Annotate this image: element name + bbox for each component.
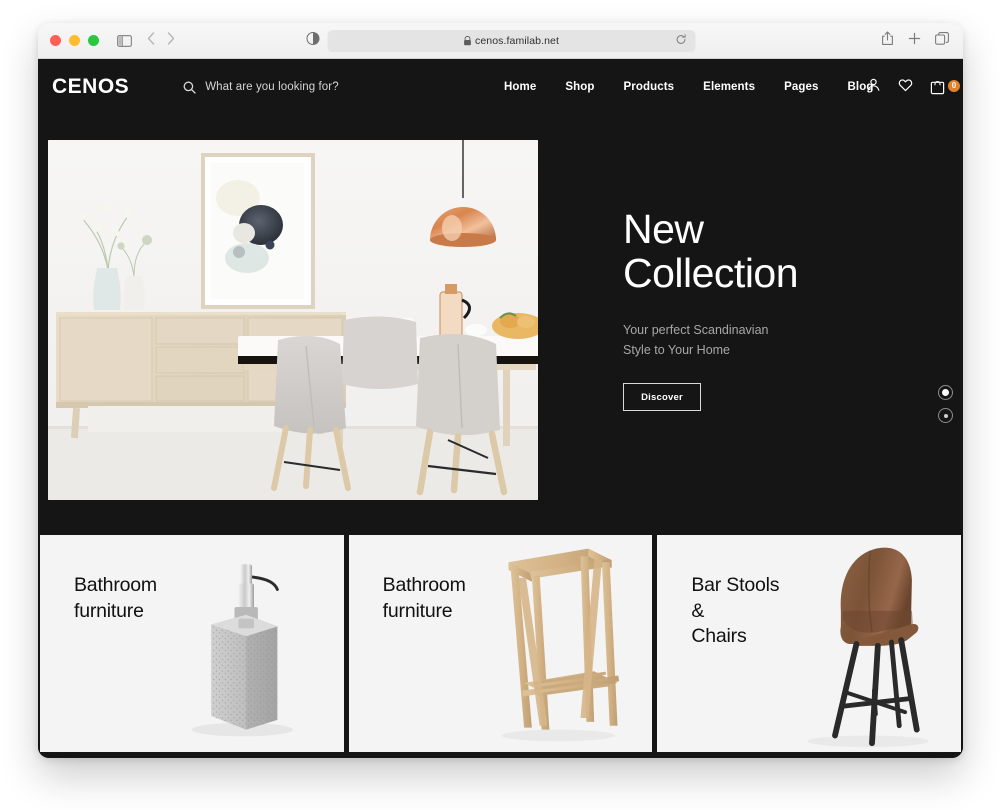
hero-image	[48, 140, 538, 500]
site-logo[interactable]: CENOS	[52, 75, 129, 99]
category-card-bar-stools-chairs[interactable]: Bar Stools & Chairs	[657, 535, 962, 752]
plus-icon[interactable]	[908, 32, 921, 50]
site-search[interactable]: What are you looking for?	[183, 81, 339, 94]
hero-slider-pagination	[938, 385, 953, 423]
hero-subtitle-line2: Style to Your Home	[623, 342, 731, 357]
navigation-buttons	[147, 31, 175, 50]
category-card-bathroom-furniture-2[interactable]: Bathroom furniture	[348, 535, 653, 752]
reader-mode-icon[interactable]	[306, 31, 319, 50]
soap-dispenser-image	[155, 535, 343, 752]
nav-item-elements[interactable]: Elements	[703, 81, 755, 93]
search-input-placeholder: What are you looking for?	[205, 81, 339, 93]
header-action-icons: 0	[866, 77, 962, 97]
maximize-window-button[interactable]	[88, 35, 99, 46]
lock-icon	[463, 35, 471, 46]
hero-title-line1: New	[623, 206, 704, 252]
cart-count-badge: 0	[946, 77, 962, 94]
discover-button[interactable]: Discover	[623, 383, 701, 412]
share-icon[interactable]	[881, 31, 894, 51]
hero-title: New Collection	[623, 206, 963, 296]
safari-browser-window: cenos.familab.net CENOS What are you loo…	[38, 23, 963, 758]
nav-item-products[interactable]: Products	[624, 81, 675, 93]
hero-subtitle-line1: Your perfect Scandinavian	[623, 322, 769, 337]
nav-item-home[interactable]: Home	[504, 81, 536, 93]
slider-dot-1[interactable]	[938, 385, 953, 400]
hero-subtitle: Your perfect Scandinavian Style to Your …	[623, 320, 963, 361]
main-navigation: Home Shop Products Elements Pages Blog	[504, 81, 873, 93]
hero-title-line2: Collection	[623, 249, 799, 296]
category-card-bathroom-furniture-1[interactable]: Bathroom furniture	[40, 535, 344, 752]
scandinavian-dining-room-illustration	[48, 140, 538, 500]
category-cards: Bathroom furniture Bathroom furniture Ba…	[38, 535, 963, 758]
category-card-title: Bathroom furniture	[382, 574, 466, 622]
website-viewport: CENOS What are you looking for? Home Sho…	[38, 59, 963, 758]
slider-dot-2[interactable]	[938, 408, 953, 423]
back-chevron-icon[interactable]	[147, 31, 155, 50]
site-header: CENOS What are you looking for? Home Sho…	[38, 59, 963, 115]
minimize-window-button[interactable]	[69, 35, 80, 46]
url-input[interactable]: cenos.familab.net	[327, 29, 695, 52]
category-card-title: Bathroom furniture	[74, 574, 157, 622]
heart-icon[interactable]	[898, 78, 913, 97]
search-icon	[183, 81, 196, 94]
forward-chevron-icon[interactable]	[167, 31, 175, 50]
window-traffic-lights	[50, 35, 99, 46]
toolbar-right-actions	[881, 23, 949, 59]
wooden-stand-image	[464, 535, 652, 752]
nav-item-pages[interactable]: Pages	[784, 81, 818, 93]
close-window-button[interactable]	[50, 35, 61, 46]
reload-icon[interactable]	[675, 32, 686, 50]
url-text: cenos.familab.net	[475, 34, 559, 47]
cart-button[interactable]: 0	[930, 77, 962, 95]
user-icon[interactable]	[866, 77, 881, 97]
sidebar-toggle-icon[interactable]	[113, 30, 135, 52]
category-card-title: Bar Stools & Chairs	[691, 574, 780, 648]
hero-content: New Collection Your perfect Scandinavian…	[538, 140, 963, 503]
bar-stool-image	[773, 535, 961, 752]
address-bar-area: cenos.familab.net	[306, 29, 695, 52]
nav-item-shop[interactable]: Shop	[565, 81, 594, 93]
desktop-background: cenos.familab.net CENOS What are you loo…	[0, 0, 1000, 810]
tab-overview-icon[interactable]	[935, 32, 949, 50]
browser-toolbar: cenos.familab.net	[38, 23, 963, 59]
hero-section: New Collection Your perfect Scandinavian…	[38, 115, 963, 503]
